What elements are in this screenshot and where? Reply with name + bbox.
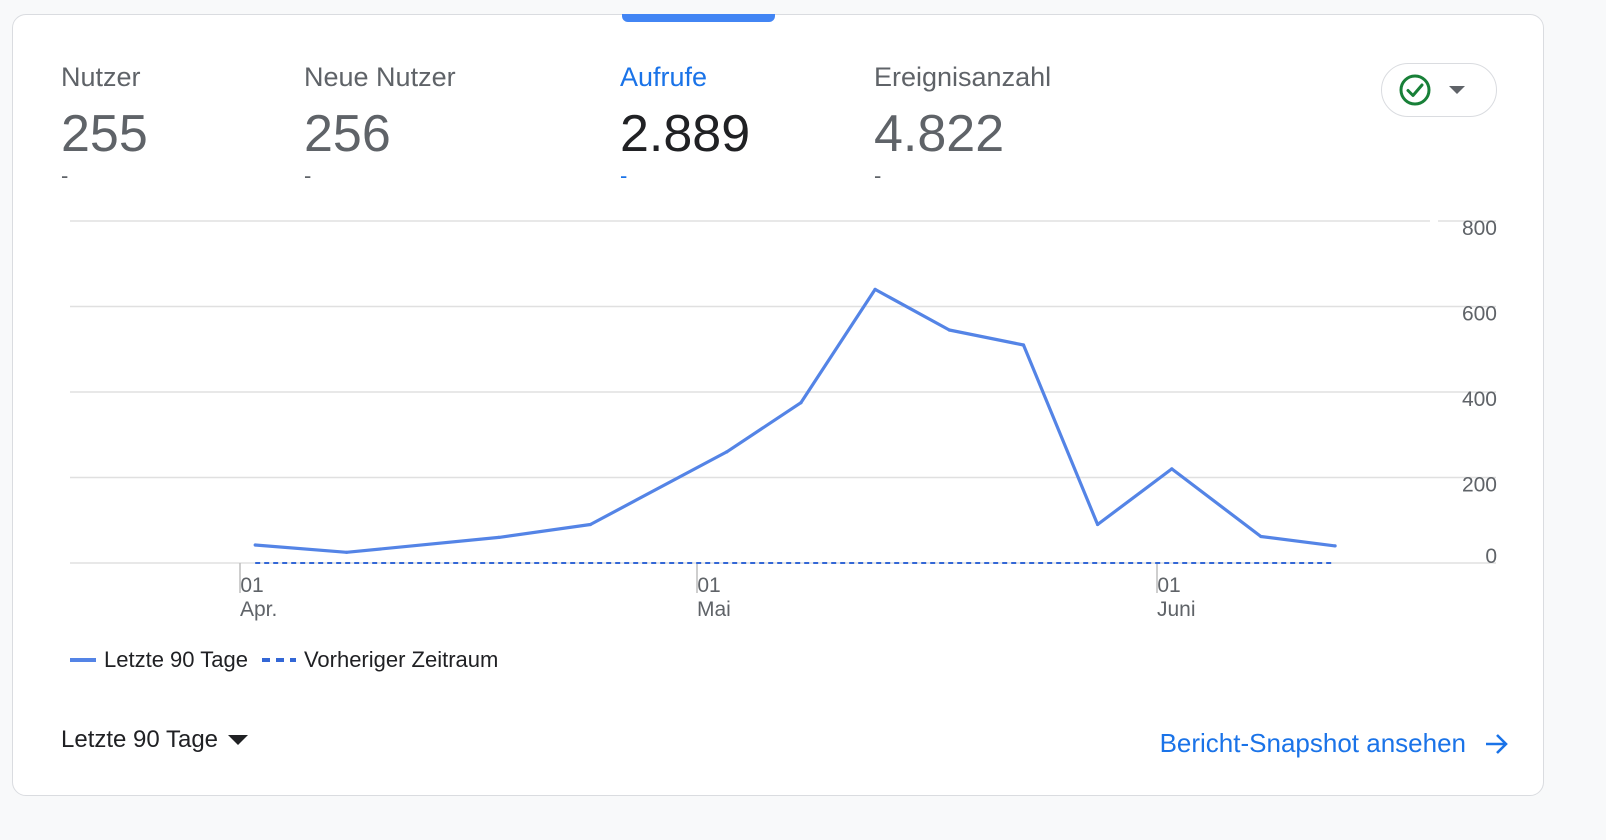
x-tick-month: Apr. — [240, 598, 277, 621]
arrow-right-icon — [1486, 733, 1508, 754]
x-tick-day: 01 — [1157, 574, 1180, 597]
legend-item-current: Letzte 90 Tage — [70, 647, 248, 673]
report-link-label: Bericht-Snapshot ansehen — [1159, 728, 1466, 758]
legend-label: Letzte 90 Tage — [104, 647, 248, 672]
date-range-dropdown[interactable]: Letzte 90 Tage — [61, 726, 249, 754]
y-tick-label: 800 — [1462, 217, 1497, 240]
caret-down-icon — [228, 735, 249, 745]
chart-legend: Letzte 90 Tage Vorheriger Zeitraum — [70, 647, 512, 673]
date-range-label: Letzte 90 Tage — [61, 726, 219, 753]
legend-dashed-swatch — [261, 658, 296, 662]
data-point — [725, 450, 729, 454]
data-point — [497, 535, 501, 540]
data-point — [1170, 467, 1174, 471]
data-point — [873, 287, 877, 291]
y-tick-label: 400 — [1462, 388, 1497, 411]
data-point — [1259, 534, 1263, 539]
legend-solid-swatch — [70, 658, 96, 662]
data-point — [1096, 522, 1100, 527]
data-point — [1333, 544, 1337, 548]
data-point — [947, 328, 951, 332]
y-tick-label: 0 — [1485, 545, 1497, 568]
series-last-90-days-line — [255, 287, 1336, 554]
legend-label: Vorheriger Zeitraum — [303, 647, 499, 672]
view-report-snapshot-link[interactable]: Bericht-Snapshot ansehen — [1160, 728, 1510, 759]
data-point — [345, 550, 349, 554]
data-point — [1021, 343, 1026, 347]
data-point — [799, 401, 803, 405]
views-line-chart: 800600400200001Apr.01Mai01Juni — [70, 217, 1497, 621]
data-point — [588, 522, 593, 527]
x-tick-day: 01 — [240, 574, 263, 597]
data-point — [253, 543, 257, 547]
x-tick-day: 01 — [697, 574, 720, 597]
x-tick-month: Juni — [1157, 598, 1196, 621]
legend-item-previous: Vorheriger Zeitraum — [261, 647, 499, 673]
y-tick-label: 200 — [1462, 474, 1497, 497]
x-tick-month: Mai — [697, 598, 731, 621]
y-tick-label: 600 — [1462, 303, 1497, 326]
